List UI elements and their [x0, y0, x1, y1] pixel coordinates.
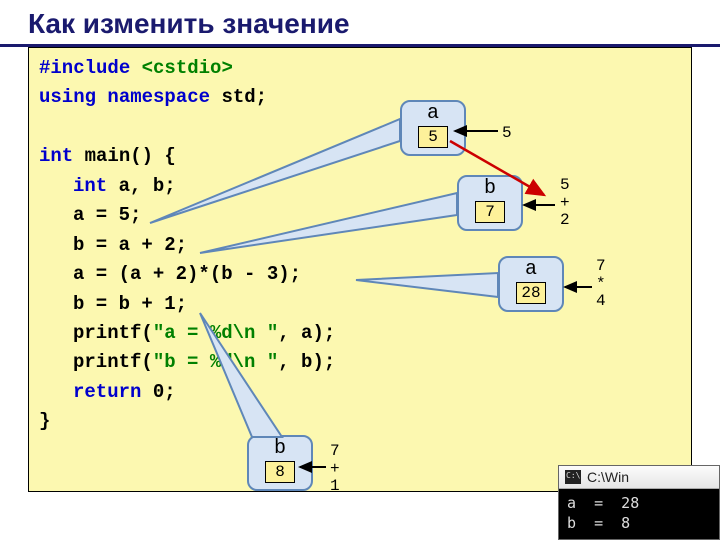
string-b: "b = %d\n " [153, 351, 278, 373]
text-decl: a, b; [119, 175, 176, 197]
text-printf-b: printf( [73, 351, 153, 373]
code-line-1: #include <cstdio> [39, 54, 681, 83]
keyword-return: return [73, 381, 153, 403]
console-line-2: b = 8 [567, 514, 630, 532]
code-line-4: int a, b; [39, 172, 681, 201]
text-main: main() { [85, 145, 176, 167]
code-line-6: b = a + 2; [39, 231, 681, 260]
code-line-3: int main() { [39, 142, 681, 171]
code-line-11: return 0; [39, 378, 681, 407]
code-blank [39, 113, 681, 142]
text-printf-a-end: , a); [278, 322, 335, 344]
code-line-10: printf("b = %d\n ", b); [39, 348, 681, 377]
console-body: a = 28 b = 8 [559, 489, 719, 540]
text-std: std; [221, 86, 267, 108]
code-line-8: b = b + 1; [39, 290, 681, 319]
console-titlebar: C:\Win [559, 466, 719, 489]
code-line-7: a = (a + 2)*(b - 3); [39, 260, 681, 289]
keyword-include: #include [39, 57, 142, 79]
text-printf-b-end: , b); [278, 351, 335, 373]
keyword-int-decl: int [73, 175, 119, 197]
text-zero: 0; [153, 381, 176, 403]
console-icon [565, 470, 581, 484]
console-title-text: C:\Win [587, 469, 629, 485]
header-cstdio: <cstdio> [142, 57, 233, 79]
console-window: C:\Win a = 28 b = 8 [558, 465, 720, 540]
keyword-int: int [39, 145, 85, 167]
code-line-2: using namespace std; [39, 83, 681, 112]
keyword-using: using namespace [39, 86, 221, 108]
console-line-1: a = 28 [567, 494, 639, 512]
string-a: "a = %d\n " [153, 322, 278, 344]
code-line-9: printf("a = %d\n ", a); [39, 319, 681, 348]
code-line-12: } [39, 407, 681, 436]
code-line-5: a = 5; [39, 201, 681, 230]
code-block: #include <cstdio> using namespace std; i… [28, 47, 692, 492]
text-printf-a: printf( [73, 322, 153, 344]
slide-title: Как изменить значение [0, 0, 720, 47]
